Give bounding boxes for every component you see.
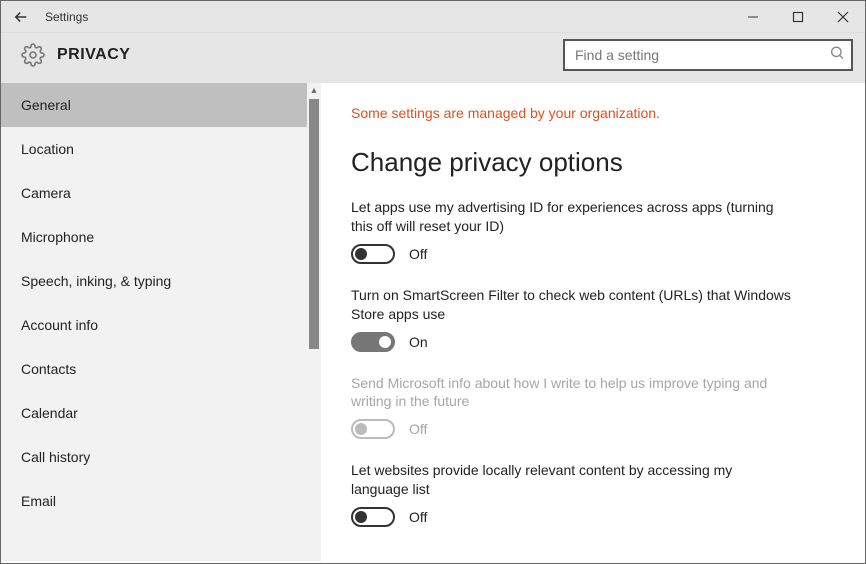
managed-by-org-note: Some settings are managed by your organi… (351, 105, 835, 121)
sidebar-item-camera[interactable]: Camera (1, 171, 321, 215)
breadcrumb: PRIVACY (57, 46, 130, 64)
option-advertising-id: Let apps use my advertising ID for exper… (351, 198, 835, 264)
sidebar-item-label: Email (21, 493, 56, 509)
sidebar-item-label: Location (21, 141, 74, 157)
sidebar-item-label: General (21, 97, 71, 113)
toggle-typing-info (351, 419, 395, 439)
sidebar-item-contacts[interactable]: Contacts (1, 347, 321, 391)
minimize-icon (747, 11, 759, 23)
arrow-left-icon (12, 8, 30, 26)
search-input[interactable] (563, 39, 853, 71)
sidebar-item-calendar[interactable]: Calendar (1, 391, 321, 435)
header: PRIVACY (1, 33, 865, 83)
sidebar-item-label: Speech, inking, & typing (21, 273, 171, 289)
content-heading: Change privacy options (351, 147, 835, 178)
toggle-language-list[interactable] (351, 507, 395, 527)
toggle-state: Off (409, 509, 427, 525)
sidebar-scrollbar[interactable]: ▴ (307, 83, 321, 561)
sidebar: General Location Camera Microphone Speec… (1, 83, 321, 561)
sidebar-item-microphone[interactable]: Microphone (1, 215, 321, 259)
option-label: Let apps use my advertising ID for exper… (351, 198, 791, 236)
sidebar-item-location[interactable]: Location (1, 127, 321, 171)
content-pane: Some settings are managed by your organi… (321, 83, 865, 561)
scroll-up-icon: ▴ (307, 83, 321, 99)
option-smartscreen: Turn on SmartScreen Filter to check web … (351, 286, 835, 352)
toggle-smartscreen[interactable] (351, 332, 395, 352)
minimize-button[interactable] (730, 1, 775, 33)
sidebar-item-label: Camera (21, 185, 71, 201)
sidebar-item-call-history[interactable]: Call history (1, 435, 321, 479)
sidebar-item-account-info[interactable]: Account info (1, 303, 321, 347)
option-language-list: Let websites provide locally relevant co… (351, 461, 835, 527)
toggle-state: Off (409, 421, 427, 437)
sidebar-item-general[interactable]: General (1, 83, 321, 127)
close-button[interactable] (820, 1, 865, 33)
settings-icon (19, 41, 47, 69)
scroll-thumb[interactable] (309, 99, 319, 349)
toggle-advertising-id[interactable] (351, 244, 395, 264)
option-label: Send Microsoft info about how I write to… (351, 374, 791, 412)
sidebar-item-label: Account info (21, 317, 98, 333)
toggle-state: Off (409, 246, 427, 262)
sidebar-item-label: Contacts (21, 361, 76, 377)
toggle-state: On (409, 334, 428, 350)
back-button[interactable] (1, 1, 41, 33)
sidebar-item-label: Calendar (21, 405, 78, 421)
maximize-icon (792, 11, 804, 23)
gear-icon (21, 43, 45, 67)
window-title: Settings (45, 10, 88, 24)
option-label: Let websites provide locally relevant co… (351, 461, 791, 499)
sidebar-item-label: Microphone (21, 229, 94, 245)
maximize-button[interactable] (775, 1, 820, 33)
option-typing-info: Send Microsoft info about how I write to… (351, 374, 835, 440)
sidebar-item-label: Call history (21, 449, 90, 465)
search-container (563, 39, 853, 71)
titlebar: Settings (1, 1, 865, 33)
option-label: Turn on SmartScreen Filter to check web … (351, 286, 791, 324)
sidebar-item-speech[interactable]: Speech, inking, & typing (1, 259, 321, 303)
close-icon (837, 11, 849, 23)
sidebar-item-email[interactable]: Email (1, 479, 321, 523)
